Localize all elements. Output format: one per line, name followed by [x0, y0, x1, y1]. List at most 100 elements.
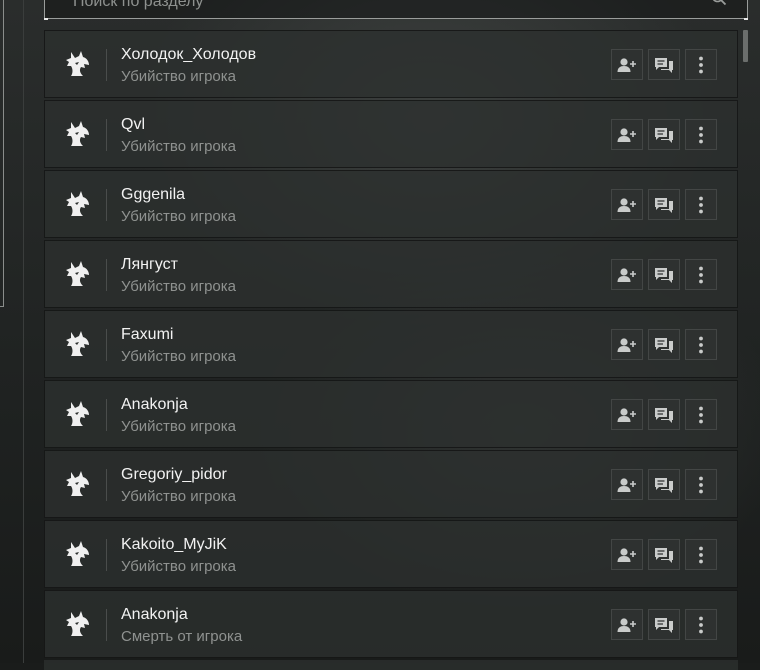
add-friend-icon	[617, 267, 636, 282]
event-type: Убийство игрока	[121, 558, 236, 575]
event-type: Убийство игрока	[121, 418, 236, 435]
chat-icon	[655, 547, 673, 563]
more-button[interactable]	[685, 119, 717, 150]
message-button[interactable]	[648, 539, 680, 570]
left-panel-edge	[0, 0, 4, 307]
search-icon[interactable]	[711, 0, 727, 6]
more-button[interactable]	[685, 609, 717, 640]
chat-icon	[655, 197, 673, 213]
more-button[interactable]	[685, 399, 717, 430]
add-friend-button[interactable]	[611, 469, 643, 500]
player-name: Холодок_Холодов	[121, 46, 257, 63]
list-item: Anakonja Убийство игрока	[44, 380, 738, 448]
list-item: Faxumi Убийство игрока	[44, 310, 738, 378]
avatar-separator	[106, 399, 107, 431]
player-name: Anakonja	[121, 396, 188, 413]
message-button[interactable]	[648, 399, 680, 430]
search-input[interactable]	[73, 0, 673, 17]
more-vertical-icon	[699, 126, 703, 143]
add-friend-button[interactable]	[611, 49, 643, 80]
chat-icon	[655, 477, 673, 493]
message-button[interactable]	[648, 609, 680, 640]
wolf-icon	[63, 329, 93, 359]
list-item: Gregoriy_pidor Убийство игрока	[44, 450, 738, 518]
player-name: Faxumi	[121, 326, 174, 343]
add-friend-icon	[617, 547, 636, 562]
avatar-separator	[106, 329, 107, 361]
add-friend-button[interactable]	[611, 539, 643, 570]
event-type: Смерть от игрока	[121, 628, 243, 645]
list-item: Qvl Убийство игрока	[44, 100, 738, 168]
avatar-separator	[106, 259, 107, 291]
event-type: Убийство игрока	[121, 278, 236, 295]
add-friend-icon	[617, 197, 636, 212]
message-button[interactable]	[648, 329, 680, 360]
message-button[interactable]	[648, 189, 680, 220]
add-friend-button[interactable]	[611, 119, 643, 150]
avatar-separator	[106, 119, 107, 151]
add-friend-button[interactable]	[611, 329, 643, 360]
player-name: Gregoriy_pidor	[121, 466, 227, 483]
more-button[interactable]	[685, 329, 717, 360]
more-vertical-icon	[699, 266, 703, 283]
list-item: Gggenila Убийство игрока	[44, 170, 738, 238]
list-item: Kakoito_MyJiK Убийство игрока	[44, 520, 738, 588]
chat-icon	[655, 267, 673, 283]
more-button[interactable]	[685, 49, 717, 80]
more-button[interactable]	[685, 469, 717, 500]
add-friend-icon	[617, 57, 636, 72]
add-friend-button[interactable]	[611, 609, 643, 640]
chat-icon	[655, 407, 673, 423]
more-button[interactable]	[685, 189, 717, 220]
search-corner-right	[744, 18, 748, 20]
add-friend-icon	[617, 407, 636, 422]
avatar-separator	[106, 189, 107, 221]
more-vertical-icon	[699, 406, 703, 423]
scrollbar-thumb[interactable]	[743, 30, 748, 62]
chat-icon	[655, 127, 673, 143]
more-vertical-icon	[699, 196, 703, 213]
wolf-icon	[63, 399, 93, 429]
add-friend-icon	[617, 127, 636, 142]
add-friend-button[interactable]	[611, 189, 643, 220]
avatar-separator	[106, 469, 107, 501]
more-vertical-icon	[699, 476, 703, 493]
more-button[interactable]	[685, 259, 717, 290]
avatar-separator	[106, 609, 107, 641]
add-friend-button[interactable]	[611, 259, 643, 290]
player-name: Лянгуст	[121, 256, 178, 273]
more-button[interactable]	[685, 539, 717, 570]
message-button[interactable]	[648, 259, 680, 290]
add-friend-button[interactable]	[611, 399, 643, 430]
player-name: Gggenila	[121, 186, 186, 203]
message-button[interactable]	[648, 49, 680, 80]
more-vertical-icon	[699, 546, 703, 563]
add-friend-icon	[617, 337, 636, 352]
list-item-partial	[44, 660, 738, 670]
wolf-icon	[63, 609, 93, 639]
chat-icon	[655, 617, 673, 633]
left-divider	[23, 0, 24, 663]
list-item: Холодок_Холодов Убийство игрока	[44, 30, 738, 98]
wolf-icon	[63, 189, 93, 219]
event-list: Холодок_Холодов Убийство игрока Qvl Убий…	[44, 30, 738, 660]
search-box[interactable]	[44, 0, 748, 20]
event-type: Убийство игрока	[121, 68, 236, 85]
message-button[interactable]	[648, 119, 680, 150]
list-item: Anakonja Смерть от игрока	[44, 590, 738, 658]
event-type: Убийство игрока	[121, 348, 236, 365]
more-vertical-icon	[699, 336, 703, 353]
chat-icon	[655, 57, 673, 73]
wolf-icon	[63, 469, 93, 499]
avatar-separator	[106, 539, 107, 571]
more-vertical-icon	[699, 616, 703, 633]
player-name: Anakonja	[121, 606, 188, 623]
wolf-icon	[63, 49, 93, 79]
search-corner-left	[44, 18, 48, 20]
add-friend-icon	[617, 617, 636, 632]
wolf-icon	[63, 259, 93, 289]
player-name: Kakoito_MyJiK	[121, 536, 227, 553]
event-type: Убийство игрока	[121, 488, 236, 505]
more-vertical-icon	[699, 56, 703, 73]
message-button[interactable]	[648, 469, 680, 500]
